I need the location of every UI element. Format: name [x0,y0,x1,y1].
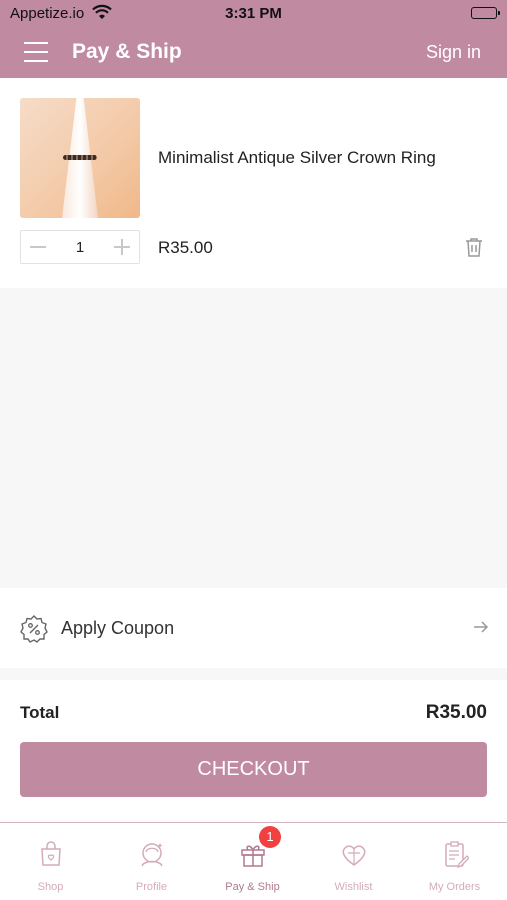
product-image[interactable] [20,98,140,218]
order-summary: Total R35.00 CHECKOUT [0,680,507,822]
cart-item: Minimalist Antique Silver Crown Ring 1 R… [0,78,507,288]
tab-pay-and-ship[interactable]: 1 Pay & Ship [202,823,303,900]
tab-label: My Orders [428,881,481,893]
tab-wishlist[interactable]: Wishlist [303,823,404,900]
apply-coupon-row[interactable]: Apply Coupon [0,588,507,668]
sign-in-button[interactable]: Sign in [426,42,481,63]
product-name[interactable]: Minimalist Antique Silver Crown Ring [158,148,436,168]
hamburger-menu-icon[interactable] [24,42,48,62]
arrow-right-icon [473,620,489,639]
decrease-quantity-button[interactable] [21,231,55,263]
tab-label: Pay & Ship [225,881,280,893]
bottom-tab-bar: Shop Profile 1 Pay & Ship Wishlist My Or… [0,822,507,900]
page-title: Pay & Ship [72,40,182,63]
percent-badge-icon [20,615,48,648]
apply-coupon-label: Apply Coupon [61,618,175,638]
quantity-stepper: 1 [20,230,140,264]
tab-my-orders[interactable]: My Orders [404,823,505,900]
quantity-value: 1 [75,239,85,256]
increase-quantity-button[interactable] [105,231,139,263]
total-value: R35.00 [425,702,487,723]
cart-count-badge: 1 [259,826,281,848]
status-time: 3:31 PM [225,5,282,22]
tab-profile[interactable]: Profile [101,823,202,900]
item-price: R35.00 [158,238,213,257]
shopping-bag-icon [37,840,65,868]
app-header: Pay & Ship Sign in [0,28,507,78]
tab-label: Wishlist [334,881,373,893]
tab-shop[interactable]: Shop [0,823,101,900]
tab-label: Shop [37,881,64,893]
profile-icon [138,840,166,868]
tab-label: Profile [135,881,168,893]
trash-icon[interactable] [465,237,483,262]
status-bar: Appetize.io 3:31 PM [0,0,507,28]
orders-clipboard-icon [441,840,470,869]
total-label: Total [20,703,60,722]
battery-icon [471,7,500,19]
heart-gift-icon [340,840,368,868]
checkout-button[interactable]: CHECKOUT [20,742,487,797]
